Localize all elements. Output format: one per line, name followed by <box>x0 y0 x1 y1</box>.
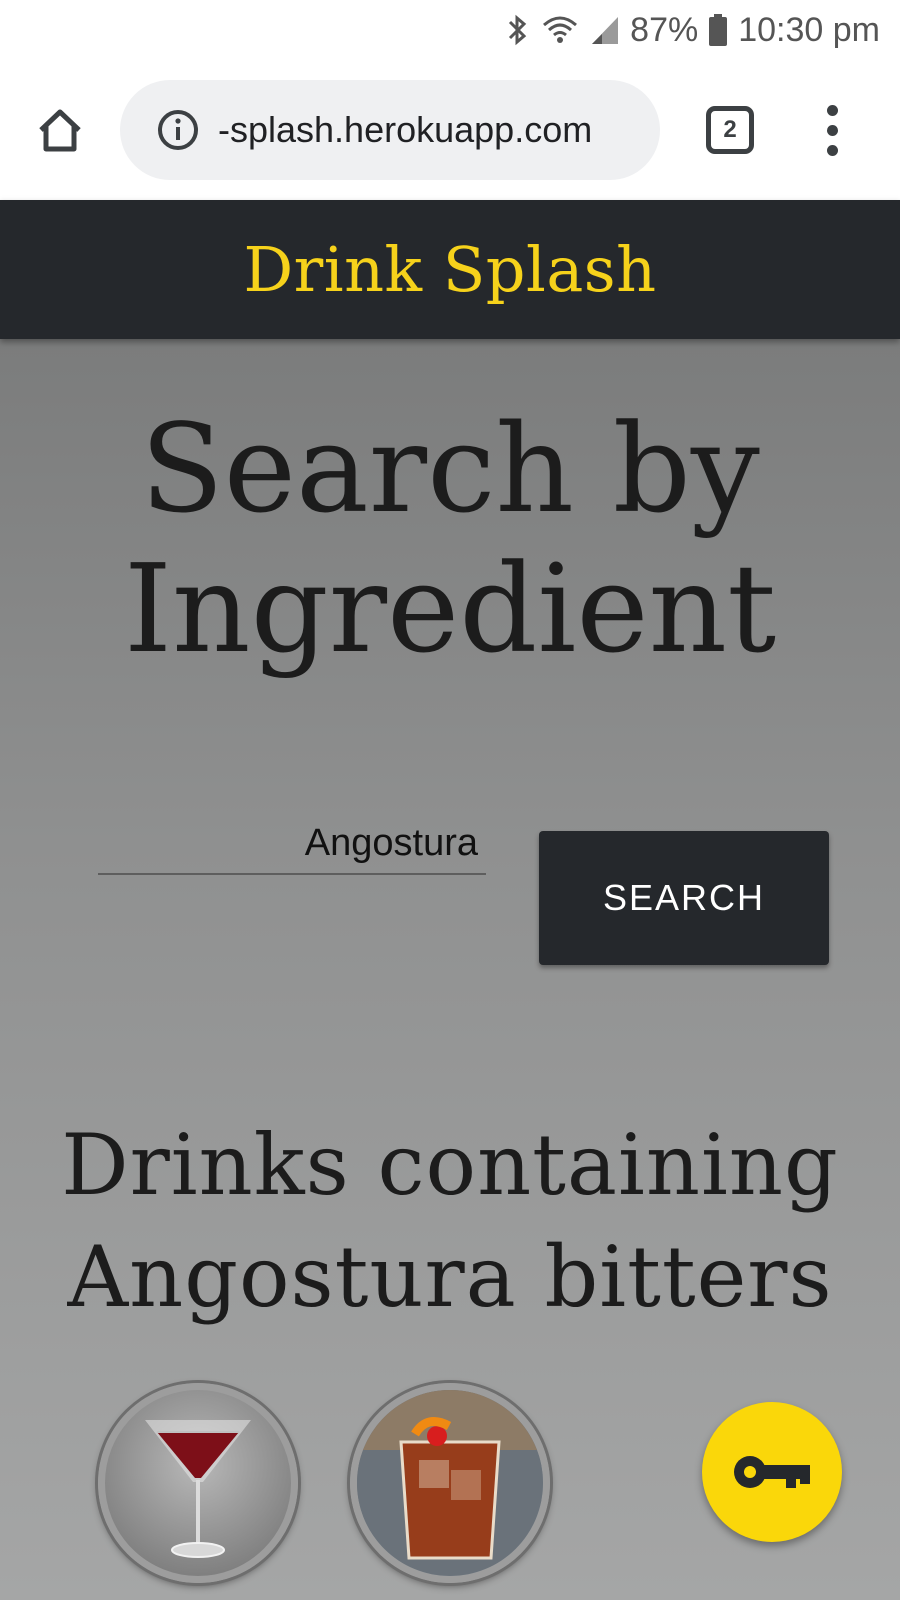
search-button[interactable]: SEARCH <box>539 831 829 965</box>
site-navbar: Drink Splash <box>0 200 900 339</box>
menu-dot <box>826 124 838 136</box>
browser-toolbar: -splash.herokuapp.com 2 <box>0 62 900 200</box>
wifi-icon <box>540 13 580 47</box>
address-bar[interactable]: -splash.herokuapp.com <box>120 80 660 180</box>
url-text: -splash.herokuapp.com <box>218 109 593 150</box>
more-vert-icon[interactable] <box>812 100 852 160</box>
results-heading: Drinks containing Angostura bitters <box>61 1116 839 1326</box>
drink-thumbnail[interactable] <box>98 1383 298 1583</box>
menu-dot <box>826 144 838 156</box>
ingredient-search-input[interactable] <box>98 819 486 875</box>
page-content: Search by Ingredient SEARCH Drinks conta… <box>0 339 900 1600</box>
bluetooth-icon <box>506 13 530 47</box>
home-icon <box>39 109 81 152</box>
key-fab-button[interactable] <box>702 1402 842 1542</box>
home-button[interactable] <box>28 98 92 162</box>
status-bar: 87% 10:30 pm <box>0 0 900 62</box>
info-icon[interactable] <box>156 108 200 152</box>
menu-dot <box>826 104 838 116</box>
old-fashioned-image <box>357 1390 543 1576</box>
battery-percent: 87% <box>630 10 699 49</box>
battery-icon <box>708 13 728 47</box>
brand-title[interactable]: Drink Splash <box>243 233 656 306</box>
key-icon <box>734 1456 810 1488</box>
page-heading: Search by Ingredient <box>123 398 777 680</box>
signal-icon <box>590 13 620 47</box>
clock: 10:30 pm <box>738 10 880 49</box>
tabs-icon[interactable]: 2 <box>706 106 754 154</box>
cocktail-glass-image <box>145 1420 251 1558</box>
drink-thumbnail[interactable] <box>350 1383 550 1583</box>
status-icons: 87% 10:30 pm <box>506 8 880 52</box>
